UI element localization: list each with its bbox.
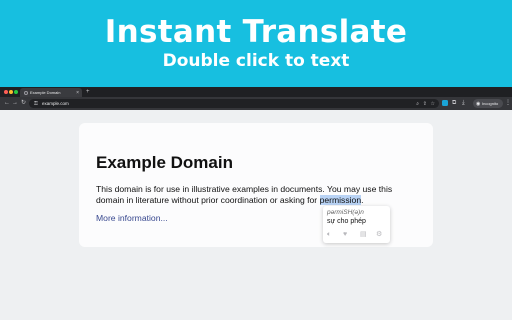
- menu-icon[interactable]: ⋮: [505, 99, 511, 108]
- address-bar[interactable]: ⚿ example.com ⌕ ⇪ ☆: [29, 99, 439, 108]
- puzzle-icon[interactable]: ⧉: [452, 99, 456, 107]
- tab-title: Example Domain: [30, 89, 61, 95]
- incognito-label: Incognito: [482, 101, 499, 106]
- lock-icon[interactable]: ⚿: [34, 101, 38, 107]
- more-information-link[interactable]: More information...: [96, 213, 168, 223]
- phonetic-text: pərmiSH(ə)n: [327, 209, 364, 216]
- minimize-window-button[interactable]: [9, 90, 13, 94]
- translate-popup: pərmiSH(ə)n sự cho phép 🔈︎ ♥ ▤ ⚙: [323, 206, 390, 243]
- back-button[interactable]: ←: [4, 99, 10, 108]
- download-icon[interactable]: ⤓: [462, 99, 465, 107]
- tab-strip: Example Domain × +: [0, 87, 512, 97]
- page-viewport: Example Domain This domain is for use in…: [0, 110, 512, 320]
- translation-text: sự cho phép: [327, 218, 366, 225]
- new-tab-button[interactable]: +: [86, 88, 90, 96]
- incognito-badge[interactable]: ◉ Incognito: [473, 99, 503, 108]
- zoom-icon[interactable]: ⌕: [416, 101, 419, 107]
- url-text[interactable]: example.com: [42, 101, 69, 106]
- banner-title: Instant Translate: [104, 14, 408, 50]
- selected-word[interactable]: permission: [319, 194, 362, 205]
- forward-button[interactable]: →: [12, 99, 18, 108]
- star-icon[interactable]: ☆: [431, 101, 435, 107]
- reload-button[interactable]: ↻: [21, 99, 26, 108]
- book-icon[interactable]: ▤: [360, 230, 367, 239]
- globe-icon: [24, 90, 28, 95]
- maximize-window-button[interactable]: [14, 90, 18, 94]
- tab-example-domain[interactable]: Example Domain ×: [20, 88, 82, 97]
- banner-subtitle: Double click to text: [162, 51, 350, 71]
- paragraph-end: .: [361, 194, 364, 205]
- heart-icon[interactable]: ♥: [343, 230, 347, 239]
- share-icon[interactable]: ⇪: [423, 101, 427, 107]
- speaker-icon[interactable]: 🔈︎: [327, 230, 331, 239]
- tab-close-icon[interactable]: ×: [76, 89, 79, 97]
- incognito-icon: ◉: [476, 100, 481, 107]
- page-paragraph: This domain is for use in illustrative e…: [96, 184, 418, 205]
- gear-icon[interactable]: ⚙: [376, 230, 382, 239]
- extension-icon[interactable]: [442, 100, 448, 106]
- browser-toolbar: ← → ↻ ⚿ example.com ⌕ ⇪ ☆ ⧉ ⤓ ◉ Incognit…: [0, 97, 512, 110]
- close-window-button[interactable]: [4, 90, 8, 94]
- promo-banner: Instant Translate Double click to text: [0, 0, 512, 87]
- page-title: Example Domain: [96, 153, 233, 172]
